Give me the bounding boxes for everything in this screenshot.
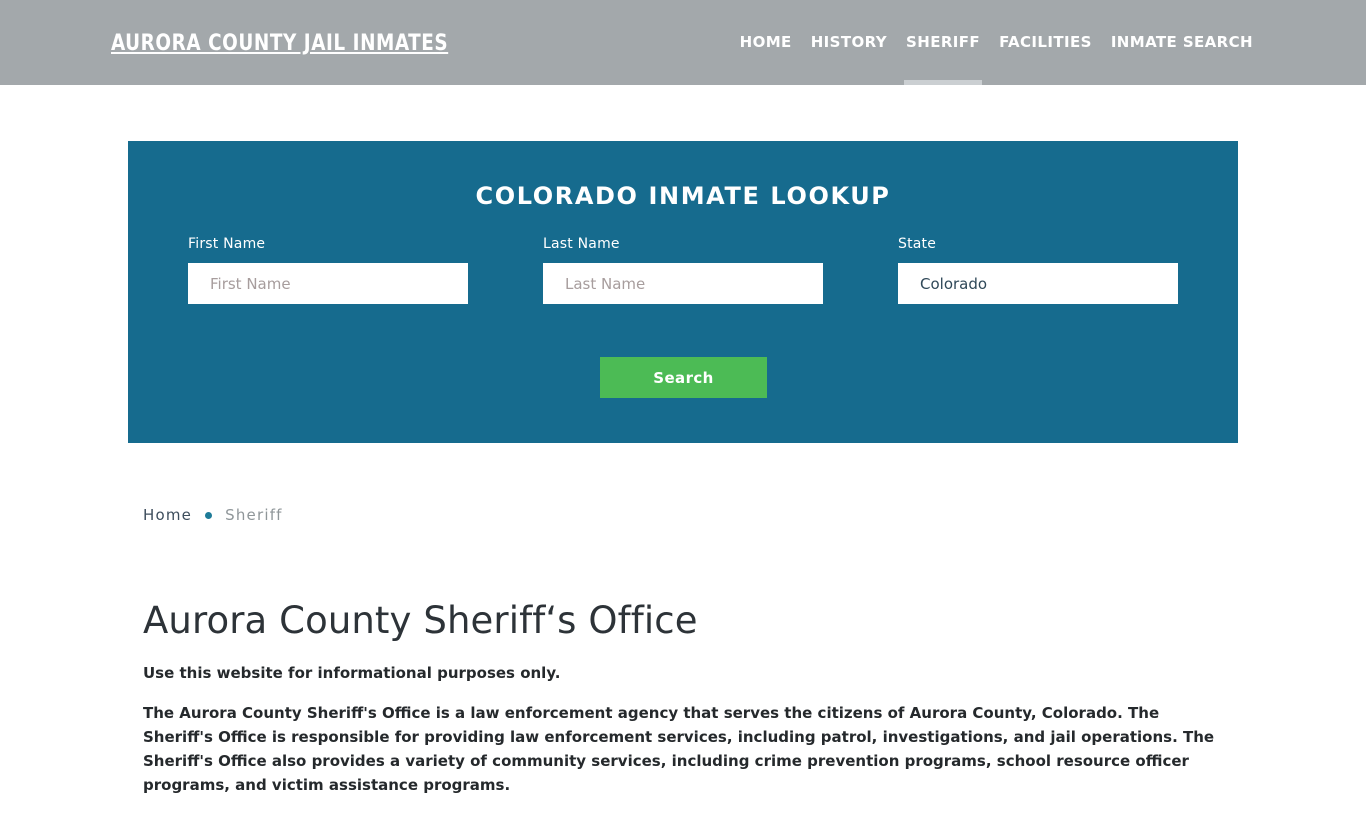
nav-item-facilities[interactable]: FACILITIES (999, 33, 1092, 55)
nav-item-home[interactable]: HOME (740, 33, 792, 55)
nav-item-sheriff[interactable]: SHERIFF (904, 33, 983, 85)
last-name-field-group: Last Name (543, 236, 823, 304)
nav-item-inmate-search[interactable]: INMATE SEARCH (1111, 33, 1253, 55)
first-name-label: First Name (188, 236, 266, 252)
breadcrumb-current: Sheriff (225, 506, 283, 524)
main-content: Home Sheriff Aurora County Sheriff‘s Off… (143, 500, 1223, 814)
lookup-title: COLORADO INMATE LOOKUP (475, 182, 891, 210)
main-navigation: HOME HISTORY SHERIFF FACILITIES INMATE S… (740, 33, 1253, 85)
state-field-group: State (898, 236, 1178, 304)
page-lede: Use this website for informational purpo… (143, 664, 561, 682)
nav-item-history[interactable]: HISTORY (811, 33, 887, 55)
breadcrumb: Home Sheriff (143, 500, 1223, 530)
breadcrumb-home[interactable]: Home (143, 506, 192, 524)
search-button[interactable]: Search (600, 357, 767, 398)
state-input[interactable] (898, 263, 1178, 304)
first-name-field-group: First Name (188, 236, 468, 304)
state-label: State (898, 236, 937, 252)
site-header: AURORA COUNTY JAIL INMATES HOME HISTORY … (0, 0, 1366, 85)
first-name-input[interactable] (188, 263, 468, 304)
page-paragraph: The Aurora County Sheriff's Office is a … (143, 704, 1215, 794)
last-name-label: Last Name (543, 236, 620, 252)
page-title: Aurora County Sheriff‘s Office (143, 599, 698, 642)
breadcrumb-separator-dot-icon (205, 511, 213, 519)
last-name-input[interactable] (543, 263, 823, 304)
site-brand[interactable]: AURORA COUNTY JAIL INMATES (111, 30, 448, 58)
inmate-lookup-panel: COLORADO INMATE LOOKUP First Name Last N… (128, 141, 1238, 443)
